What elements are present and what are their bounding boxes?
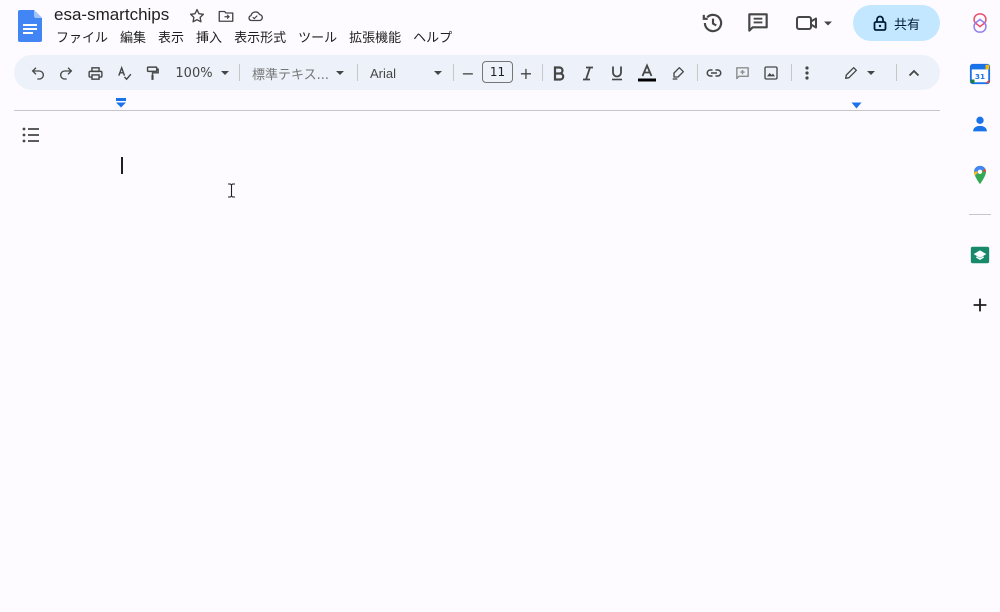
document-title[interactable]: esa-smartchips [54,4,169,26]
toolbar-divider [697,64,698,81]
insert-image-icon[interactable] [761,63,781,83]
editing-mode-button[interactable] [840,63,878,83]
toolbar-divider [357,64,358,81]
style-value: 標準テキス... [252,67,330,83]
contacts-icon[interactable] [969,113,991,135]
meet-button[interactable] [794,10,834,36]
toolbar: 100% 標準テキス... Arial − 11 + [14,55,940,90]
menu-help[interactable]: ヘルプ [407,30,458,50]
text-color-icon[interactable] [636,63,658,83]
zoom-value: 100% [175,65,213,81]
menu-insert[interactable]: 挿入 [190,30,228,50]
menubar: ファイル 編集 表示 挿入 表示形式 ツール 拡張機能 ヘルプ [50,30,458,50]
add-addon-plus-icon[interactable] [969,294,991,316]
chevron-down-icon [867,71,875,75]
left-indent-marker[interactable] [115,98,127,108]
chevron-down-icon [434,71,442,75]
underline-icon[interactable] [608,63,626,83]
more-options-icon[interactable] [800,63,814,83]
menu-format[interactable]: 表示形式 [228,30,292,50]
menu-edit[interactable]: 編集 [114,30,152,50]
share-label: 共有 [893,17,920,33]
calendar-icon[interactable]: 31 [969,63,991,85]
menu-view[interactable]: 表示 [152,30,190,50]
pencil-icon [845,67,857,79]
print-icon[interactable] [85,63,105,83]
increase-font-size-button[interactable]: + [518,63,534,83]
document-canvas[interactable] [14,112,940,612]
cloud-status-icon[interactable] [246,7,264,25]
toolbar-divider [896,64,897,81]
addon-icon[interactable] [969,244,991,266]
toolbar-divider [791,64,792,81]
right-indent-marker[interactable] [851,102,862,109]
bold-icon[interactable] [550,63,568,83]
toolbar-divider [453,64,454,81]
lock-icon [873,15,887,31]
add-comment-icon[interactable] [732,63,752,83]
star-icon[interactable] [188,7,206,25]
toolbar-divider [239,64,240,81]
version-history-icon[interactable] [700,10,726,36]
gemini-icon[interactable] [969,12,991,34]
insert-link-icon[interactable] [704,63,724,83]
zoom-select[interactable]: 100% [172,63,232,83]
menu-extensions[interactable]: 拡張機能 [343,30,407,50]
chevron-down-icon [220,71,229,75]
share-button[interactable]: 共有 [853,5,940,41]
redo-icon[interactable] [56,63,76,83]
toolbar-divider [542,64,543,81]
menu-file[interactable]: ファイル [50,30,114,50]
font-value: Arial [370,65,397,81]
maps-icon[interactable] [969,164,991,186]
side-panel-divider [969,214,991,215]
docs-logo-icon[interactable] [18,10,42,42]
chevron-down-icon [336,71,345,75]
highlight-color-icon[interactable] [668,63,688,83]
svg-text:31: 31 [975,72,985,81]
ruler [14,110,940,111]
font-size-input[interactable]: 11 [482,61,513,83]
style-select[interactable]: 標準テキス... [252,63,348,83]
comments-icon[interactable] [745,10,771,36]
decrease-font-size-button[interactable]: − [460,63,476,83]
hide-menus-chevron-up-icon[interactable] [905,63,923,83]
spellcheck-icon[interactable] [114,63,134,83]
paint-format-icon[interactable] [142,63,162,83]
undo-icon[interactable] [28,63,48,83]
move-folder-icon[interactable] [217,7,235,25]
italic-icon[interactable] [579,63,597,83]
font-select[interactable]: Arial [370,63,442,83]
menu-tools[interactable]: ツール [292,30,343,50]
